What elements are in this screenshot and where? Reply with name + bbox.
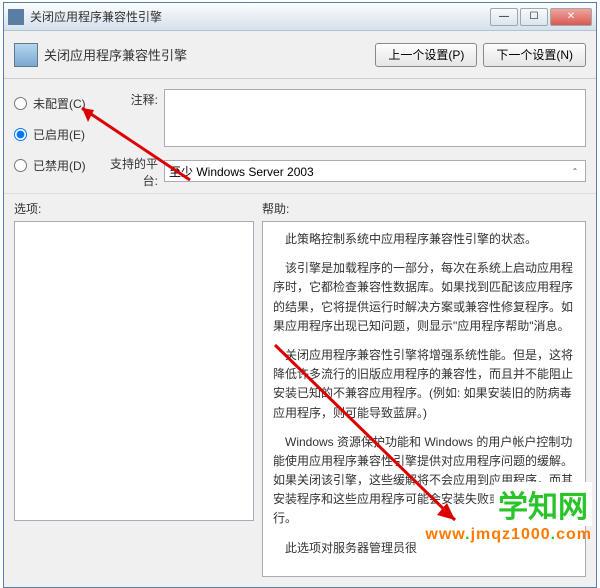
platform-row: 支持的平台: 至少 Windows Server 2003 ⌃ xyxy=(98,153,586,189)
radio-not-configured-label: 未配置(C) xyxy=(33,95,86,112)
radio-disabled-label: 已禁用(D) xyxy=(33,157,86,174)
comment-textarea[interactable] xyxy=(164,89,586,147)
close-button[interactable]: ✕ xyxy=(550,8,592,26)
previous-setting-button[interactable]: 上一个设置(P) xyxy=(375,43,477,67)
titlebar-text: 关闭应用程序兼容性引擎 xyxy=(30,8,490,25)
toolbar: 关闭应用程序兼容性引擎 上一个设置(P) 下一个设置(N) xyxy=(4,31,596,79)
radio-group: 未配置(C) 已启用(E) 已禁用(D) xyxy=(14,89,92,189)
config-area: 未配置(C) 已启用(E) 已禁用(D) 注释: 支持的平台: 至少 Windo… xyxy=(4,79,596,194)
radio-not-configured[interactable]: 未配置(C) xyxy=(14,95,92,112)
help-p1: 此策略控制系统中应用程序兼容性引擎的状态。 xyxy=(273,230,575,249)
radio-enabled-label: 已启用(E) xyxy=(33,126,85,143)
lower-panels: 选项: 帮助: 此策略控制系统中应用程序兼容性引擎的状态。 该引擎是加载程序的一… xyxy=(4,194,596,587)
radio-disabled-input[interactable] xyxy=(14,159,27,172)
maximize-button[interactable]: ☐ xyxy=(520,8,548,26)
comment-label: 注释: xyxy=(98,89,158,108)
platform-value: 至少 Windows Server 2003 xyxy=(169,163,314,180)
help-column: 帮助: 此策略控制系统中应用程序兼容性引擎的状态。 该引擎是加载程序的一部分，每… xyxy=(262,200,586,577)
options-label: 选项: xyxy=(14,200,254,217)
help-p4: Windows 资源保护功能和 Windows 的用户帐户控制功能使用应用程序兼… xyxy=(273,433,575,529)
help-textbox[interactable]: 此策略控制系统中应用程序兼容性引擎的状态。 该引擎是加载程序的一部分，每次在系统… xyxy=(262,221,586,577)
chevron-up-down-icon[interactable]: ⌃ xyxy=(567,163,583,179)
platform-label: 支持的平台: xyxy=(98,153,158,189)
help-p5: 此选项对服务器管理员很 xyxy=(273,539,575,558)
comment-row: 注释: xyxy=(98,89,586,147)
next-setting-button[interactable]: 下一个设置(N) xyxy=(483,43,586,67)
window-controls: — ☐ ✕ xyxy=(490,8,592,26)
minimize-button[interactable]: — xyxy=(490,8,518,26)
toolbar-title: 关闭应用程序兼容性引擎 xyxy=(44,45,369,64)
platform-field: 至少 Windows Server 2003 ⌃ xyxy=(164,160,586,182)
titlebar: 关闭应用程序兼容性引擎 — ☐ ✕ xyxy=(4,3,596,31)
help-p3: 关闭应用程序兼容性引擎将增强系统性能。但是，这将降低许多流行的旧版应用程序的兼容… xyxy=(273,346,575,423)
radio-enabled[interactable]: 已启用(E) xyxy=(14,126,92,143)
options-box[interactable] xyxy=(14,221,254,521)
radio-disabled[interactable]: 已禁用(D) xyxy=(14,157,92,174)
policy-icon xyxy=(14,43,38,67)
app-icon xyxy=(8,9,24,25)
help-label: 帮助: xyxy=(262,200,586,217)
radio-not-configured-input[interactable] xyxy=(14,97,27,110)
fields-column: 注释: 支持的平台: 至少 Windows Server 2003 ⌃ xyxy=(98,89,586,189)
dialog-window: 关闭应用程序兼容性引擎 — ☐ ✕ 关闭应用程序兼容性引擎 上一个设置(P) 下… xyxy=(3,2,597,588)
options-column: 选项: xyxy=(14,200,254,577)
radio-enabled-input[interactable] xyxy=(14,128,27,141)
help-p2: 该引擎是加载程序的一部分，每次在系统上启动应用程序时，它都检查兼容性数据库。如果… xyxy=(273,259,575,336)
